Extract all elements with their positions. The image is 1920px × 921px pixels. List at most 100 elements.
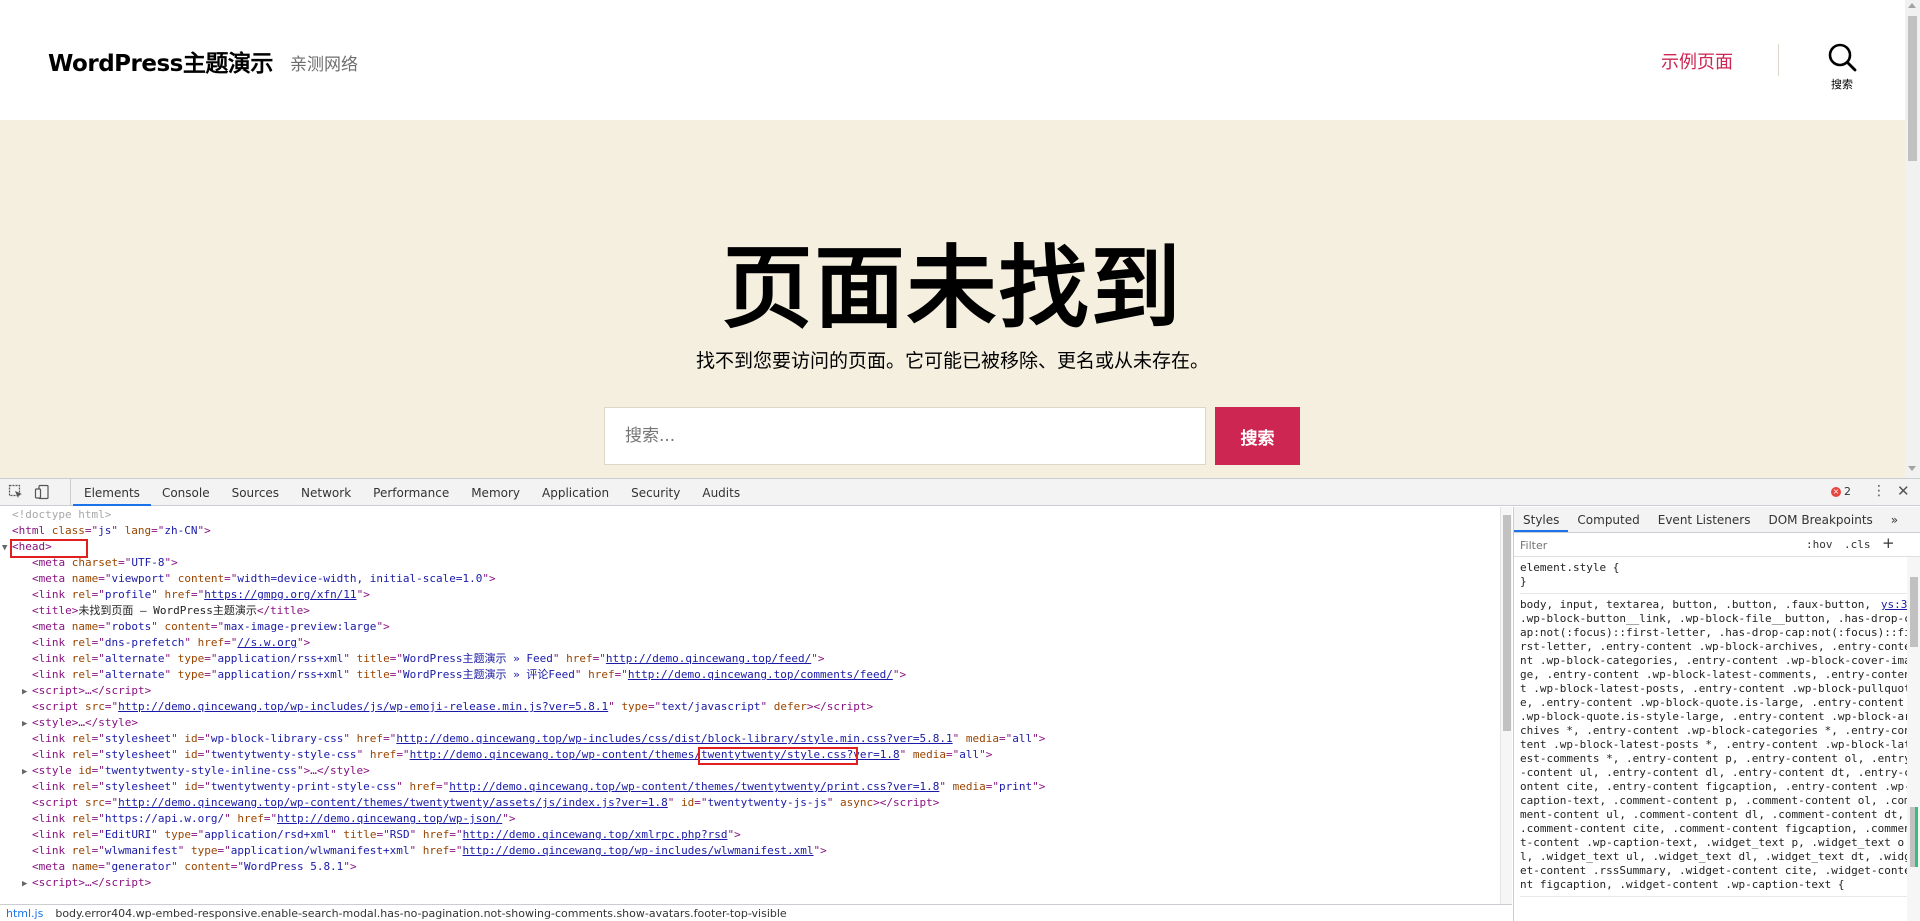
close-devtools-icon[interactable]: ✕ bbox=[1897, 482, 1910, 500]
scroll-up-arrow-icon[interactable] bbox=[1908, 3, 1916, 8]
styles-sidebar-tabs: Styles Computed Event Listeners DOM Breakpo… bbox=[1514, 507, 1920, 533]
dom-node-line[interactable]: <link rel="profile" href="https://gmpg.o… bbox=[0, 587, 1512, 603]
styles-filter-bar: :hov .cls + bbox=[1514, 533, 1920, 557]
dom-node-content: <link rel="stylesheet" id="twentytwenty-… bbox=[32, 780, 1046, 793]
dom-node-content: <meta name="viewport" content="width=dev… bbox=[32, 572, 496, 585]
elements-dom-tree[interactable]: <!doctype html> <html class="js" lang="zh… bbox=[0, 507, 1512, 904]
devtools-tab-elements[interactable]: Elements bbox=[73, 479, 151, 506]
devtools-tab-sources[interactable]: Sources bbox=[221, 479, 290, 506]
dom-node-content: <script>…</script> bbox=[32, 876, 152, 889]
more-options-icon[interactable]: ⋮ bbox=[1872, 483, 1886, 499]
site-description: 亲测网络 bbox=[290, 55, 358, 75]
scroll-down-arrow-icon[interactable] bbox=[1908, 466, 1916, 471]
nav-link-sample-page[interactable]: 示例页面 bbox=[1661, 48, 1733, 74]
styles-tab-more[interactable]: » bbox=[1882, 507, 1907, 532]
annotation-theme-highlight bbox=[698, 747, 858, 765]
dom-node-line[interactable]: <link rel="alternate" type="application/… bbox=[0, 651, 1512, 667]
error-counter[interactable]: × 2 bbox=[1831, 485, 1851, 498]
dom-node-content: <meta name="generator" content="WordPres… bbox=[32, 860, 357, 873]
dom-node-line[interactable]: <link rel="stylesheet" id="twentytwenty-… bbox=[0, 779, 1512, 795]
dom-tree-scrollbar-thumb[interactable] bbox=[1503, 515, 1511, 731]
search-input[interactable] bbox=[604, 407, 1206, 465]
expand-triangle-closed-icon[interactable]: ▶ bbox=[22, 716, 32, 732]
annotation-head-highlight bbox=[10, 539, 88, 558]
element-style-rule[interactable]: element.style { } bbox=[1520, 561, 1914, 594]
dom-node-line[interactable]: <script src="http://demo.qincewang.top/w… bbox=[0, 699, 1512, 715]
devtools-tab-console[interactable]: Console bbox=[151, 479, 221, 506]
devtools-tabs: Elements Console Sources Network Performance… bbox=[70, 479, 751, 506]
devtools-tab-application[interactable]: Application bbox=[531, 479, 620, 506]
devtools-tab-security[interactable]: Security bbox=[620, 479, 691, 506]
device-toolbar-icon[interactable] bbox=[34, 484, 50, 500]
dom-node-line[interactable]: ▶ <style>…</style> bbox=[0, 715, 1512, 731]
dom-node-line[interactable]: <!doctype html> bbox=[0, 507, 1512, 523]
dom-node-line[interactable]: <title>未找到页面 – WordPress主题演示</title> bbox=[0, 603, 1512, 619]
dom-node-line[interactable]: ▶ <script>…</script> bbox=[0, 875, 1512, 891]
dom-node-line[interactable]: <link rel="alternate" type="application/… bbox=[0, 667, 1512, 683]
expand-triangle-closed-icon[interactable]: ▶ bbox=[22, 876, 32, 892]
dom-tree-scrollbar[interactable] bbox=[1500, 507, 1512, 904]
dom-node-line[interactable]: <link rel="dns-prefetch" href="//s.w.org… bbox=[0, 635, 1512, 651]
element-style-close: } bbox=[1520, 575, 1527, 588]
dom-node-line[interactable]: <link rel="EditURI" type="application/rs… bbox=[0, 827, 1512, 843]
css-rule[interactable]: ys:39 body, input, textarea, button, .bu… bbox=[1520, 598, 1914, 897]
dom-node-content: <link rel="dns-prefetch" href="//s.w.org… bbox=[32, 636, 311, 649]
search-toggle-label: 搜索 bbox=[1831, 78, 1853, 91]
search-submit-button[interactable]: 搜索 bbox=[1215, 407, 1300, 465]
page-intro-text: 找不到您要访问的页面。它可能已被移除、更名或从未存在。 bbox=[695, 350, 1209, 372]
website-viewport: WordPress主题演示 亲测网络 示例页面 搜索 页面未找到 找不到您要访问… bbox=[0, 0, 1920, 478]
dom-node-content: <script src="http://demo.qincewang.top/w… bbox=[32, 700, 874, 713]
dom-node-content: <style id="twentytwenty-style-inline-css… bbox=[32, 764, 370, 777]
styles-tab-styles[interactable]: Styles bbox=[1514, 507, 1569, 532]
styles-tab-dom-breakpoints[interactable]: DOM Breakpoints bbox=[1759, 507, 1881, 532]
breadcrumb-item-body[interactable]: body.error404.wp-embed-responsive.enable… bbox=[49, 907, 792, 920]
dom-node-line[interactable]: ▶ <script>…</script> bbox=[0, 683, 1512, 699]
styles-filter-input[interactable] bbox=[1520, 536, 1800, 554]
dom-node-content: <link rel="stylesheet" id="wp-block-libr… bbox=[32, 732, 1046, 745]
devtools-tabbar: Elements Console Sources Network Performance… bbox=[0, 479, 1920, 506]
search-toggle-button[interactable]: 搜索 bbox=[1820, 42, 1864, 102]
error-icon: × bbox=[1831, 486, 1841, 497]
dom-node-content: <link rel="profile" href="https://gmpg.o… bbox=[32, 588, 370, 601]
dom-node-line[interactable]: <link rel="https://api.w.org/" href="htt… bbox=[0, 811, 1512, 827]
error-count: 2 bbox=[1844, 485, 1851, 498]
dom-node-line[interactable]: <meta name="generator" content="WordPres… bbox=[0, 859, 1512, 875]
styles-scrollbar[interactable] bbox=[1907, 557, 1920, 921]
devtools-tab-audits[interactable]: Audits bbox=[691, 479, 751, 506]
styles-tab-event-listeners[interactable]: Event Listeners bbox=[1649, 507, 1760, 532]
expand-triangle-closed-icon[interactable]: ▶ bbox=[22, 764, 32, 780]
dom-node-line[interactable]: <meta name="viewport" content="width=dev… bbox=[0, 571, 1512, 587]
dom-node-line[interactable]: <meta name="robots" content="max-image-p… bbox=[0, 619, 1512, 635]
dom-node-line[interactable]: <link rel="wlwmanifest" type="applicatio… bbox=[0, 843, 1512, 859]
dom-node-line[interactable]: <script src="http://demo.qincewang.top/w… bbox=[0, 795, 1512, 811]
page-title: 页面未找到 bbox=[722, 236, 1183, 341]
dom-node-content: <meta name="robots" content="max-image-p… bbox=[32, 620, 390, 633]
styles-tab-computed[interactable]: Computed bbox=[1568, 507, 1648, 532]
styles-rules: element.style { } ys:39 body, input, tex… bbox=[1514, 557, 1920, 905]
page-scrollbar-thumb[interactable] bbox=[1908, 16, 1917, 161]
devtools-tab-memory[interactable]: Memory bbox=[460, 479, 531, 506]
devtools-tab-performance[interactable]: Performance bbox=[362, 479, 460, 506]
dom-node-content: <link rel="https://api.w.org/" href="htt… bbox=[32, 812, 516, 825]
rule-selector: body, input, textarea, button, .button, … bbox=[1520, 598, 1911, 891]
inspect-element-icon[interactable] bbox=[8, 484, 24, 500]
breadcrumb-item-html[interactable]: html.js bbox=[0, 907, 49, 920]
devtools-tab-network[interactable]: Network bbox=[290, 479, 362, 506]
styles-scrollbar-thumb[interactable] bbox=[1910, 577, 1918, 647]
dom-node-content: <script src="http://demo.qincewang.top/w… bbox=[32, 796, 940, 809]
hov-toggle-button[interactable]: :hov bbox=[1806, 538, 1833, 551]
site-title[interactable]: WordPress主题演示 bbox=[48, 44, 273, 78]
dom-node-content: <html class="js" lang="zh-CN"> bbox=[12, 524, 211, 537]
element-style-open: element.style { bbox=[1520, 561, 1620, 574]
dom-node-line[interactable]: <link rel="stylesheet" id="wp-block-libr… bbox=[0, 731, 1512, 747]
page-scrollbar[interactable] bbox=[1905, 0, 1920, 478]
dom-node-line[interactable]: ▶ <style id="twentytwenty-style-inline-cs… bbox=[0, 763, 1512, 779]
dom-node-content: <script>…</script> bbox=[32, 684, 152, 697]
dom-node-line[interactable]: <html class="js" lang="zh-CN"> bbox=[0, 523, 1512, 539]
new-style-rule-icon[interactable]: + bbox=[1882, 534, 1895, 552]
cls-toggle-button[interactable]: .cls bbox=[1844, 538, 1871, 551]
dom-node-line[interactable]: ▼ <head> bbox=[0, 539, 1512, 555]
expand-triangle-closed-icon[interactable]: ▶ bbox=[22, 684, 32, 700]
devtools-panel: Elements Console Sources Network Performance… bbox=[0, 478, 1920, 921]
dom-node-line[interactable]: <meta charset="UTF-8"> bbox=[0, 555, 1512, 571]
